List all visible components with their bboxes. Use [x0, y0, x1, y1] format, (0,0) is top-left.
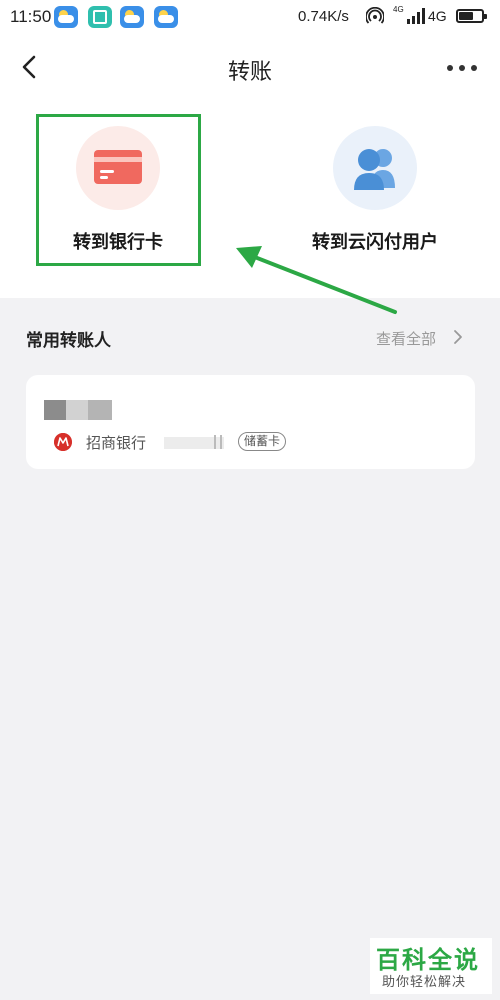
- scan-app-icon: [88, 6, 112, 28]
- payee-name-blurred: [44, 400, 112, 420]
- network-type-small: 4G: [393, 5, 404, 14]
- watermark-subtitle: 助你轻松解决: [382, 975, 467, 990]
- battery-icon: [456, 9, 487, 23]
- highlight-box: [36, 114, 201, 266]
- watermark-title: 百科全说: [376, 946, 480, 974]
- weather-app-icon: [120, 6, 144, 28]
- network-speed: 0.74K/s: [298, 8, 349, 25]
- card-type-badge: 储蓄卡: [238, 432, 287, 451]
- bank-logo-icon: [54, 433, 72, 451]
- payee-card[interactable]: 招商银行 储蓄卡: [26, 375, 475, 469]
- network-type: 4G: [428, 8, 447, 24]
- signal-icon: [407, 8, 425, 24]
- chevron-right-icon[interactable]: [452, 328, 464, 346]
- weather-app-icon: [154, 6, 178, 28]
- weather-app-icon: [54, 6, 78, 28]
- header: 转账: [0, 34, 500, 100]
- pointer-arrow: [236, 246, 397, 314]
- status-time: 11:50: [10, 7, 52, 26]
- watermark: 百科全说 助你轻松解决: [370, 938, 492, 994]
- frequent-payees-title: 常用转账人: [26, 331, 111, 351]
- hotspot-icon: [366, 7, 384, 24]
- users-icon-bg: [333, 126, 417, 210]
- bank-name: 招商银行: [86, 434, 147, 452]
- view-all-link[interactable]: 查看全部: [376, 328, 436, 349]
- status-bar: 11:50 0.74K/s 4G 4G: [0, 0, 500, 34]
- users-icon: [354, 149, 395, 190]
- more-dots-icon[interactable]: [444, 62, 480, 74]
- page-title: 转账: [227, 60, 272, 85]
- card-number-blurred: [164, 435, 224, 449]
